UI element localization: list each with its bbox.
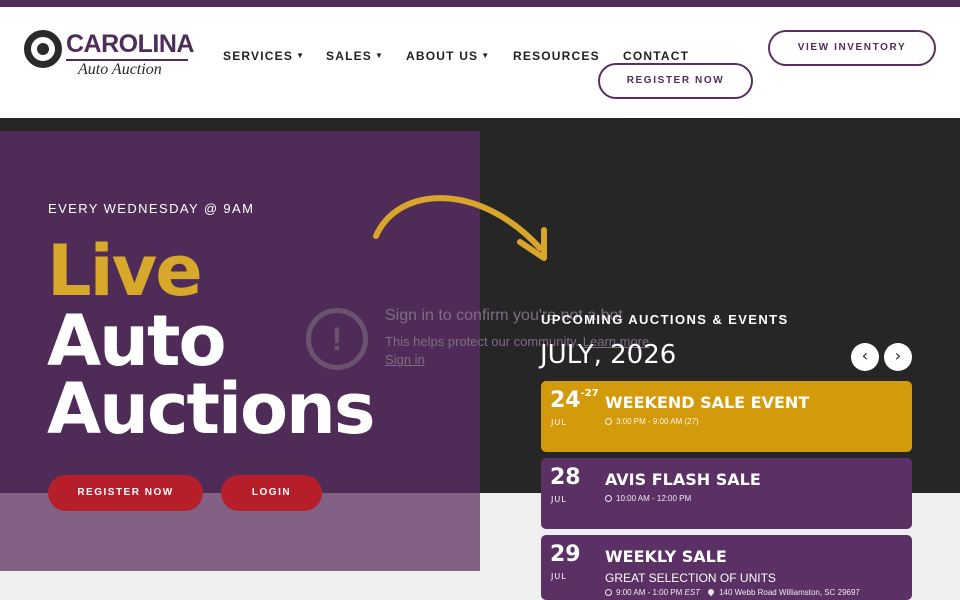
event-day-end: -27 <box>580 388 599 399</box>
clock-icon <box>605 418 612 425</box>
event-location: 140 Webb Road Williamston, SC 29697 <box>719 588 860 597</box>
caret-down-icon: ▼ <box>375 51 385 60</box>
hero-eyebrow: EVERY WEDNESDAY @ 9AM <box>48 201 255 216</box>
hero-login-button[interactable]: LOGIN <box>221 475 322 511</box>
hero-headline-auto: Auto <box>47 300 227 382</box>
nav-sales[interactable]: SALES ▼ <box>326 49 384 63</box>
caret-down-icon: ▼ <box>481 51 491 60</box>
clock-icon <box>605 495 612 502</box>
event-time: 3:00 PM - 9:00 AM (27) <box>605 417 699 426</box>
curved-arrow-icon <box>373 195 547 261</box>
event-time: 9:00 AM - 1:00 PM EST 140 Webb Road Willi… <box>605 587 860 597</box>
view-inventory-button[interactable]: VIEW INVENTORY <box>768 30 936 66</box>
event-month: JUL <box>551 495 567 504</box>
chevron-right-icon[interactable]: › <box>884 343 912 371</box>
hero-register-button[interactable]: REGISTER NOW <box>48 475 203 511</box>
caret-down-icon: ▼ <box>296 51 306 60</box>
nav-about-us[interactable]: ABOUT US ▼ <box>406 49 490 63</box>
event-day: 28 <box>550 465 581 490</box>
event-time-text: 3:00 PM - 9:00 AM (27) <box>616 417 699 426</box>
wheel-icon <box>24 30 62 68</box>
event-day-start: 24 <box>550 388 581 413</box>
event-month: JUL <box>551 418 567 427</box>
logo-name: CAROLINA <box>66 30 194 58</box>
events-heading: UPCOMING AUCTIONS & EVENTS <box>541 312 789 327</box>
top-accent-bar <box>0 0 960 7</box>
site-logo[interactable]: CAROLINA Auto Auction <box>22 30 194 82</box>
event-time-text: 10:00 AM - 12:00 PM <box>616 494 692 503</box>
nav-label: ABOUT US <box>406 49 479 63</box>
nav-resources[interactable]: RESOURCES <box>513 49 600 63</box>
hero-headline-live: Live <box>47 230 203 312</box>
chevron-left-icon[interactable]: ‹ <box>851 343 879 371</box>
hero-headline-auctions: Auctions <box>47 368 376 450</box>
event-subtitle: GREAT SELECTION OF UNITS <box>605 571 776 585</box>
event-title: WEEKLY SALE <box>605 547 727 566</box>
event-card[interactable]: 24-27 JUL WEEKEND SALE EVENT 3:00 PM - 9… <box>541 381 912 452</box>
site-header: CAROLINA Auto Auction SERVICES ▼ SALES ▼ A… <box>0 7 960 118</box>
event-title: WEEKEND SALE EVENT <box>605 393 810 412</box>
nav-services[interactable]: SERVICES ▼ <box>223 49 305 63</box>
logo-subtitle: Auto Auction <box>78 61 162 78</box>
events-month: JULY, 2026 <box>540 340 677 370</box>
clock-icon <box>605 589 612 596</box>
event-timezone: EST <box>684 588 701 597</box>
event-card[interactable]: 28 JUL AVIS FLASH SALE 10:00 AM - 12:00 … <box>541 458 912 529</box>
event-day: 29 <box>550 542 581 567</box>
nav-label: SERVICES <box>223 49 294 63</box>
nav-label: CONTACT <box>623 49 690 63</box>
event-time-text: 9:00 AM - 1:00 PM <box>616 588 683 597</box>
nav-contact[interactable]: CONTACT <box>623 49 689 63</box>
nav-label: RESOURCES <box>513 49 600 63</box>
event-title: AVIS FLASH SALE <box>605 470 761 489</box>
event-day: 24-27 <box>550 388 599 413</box>
event-card[interactable]: 29 JUL WEEKLY SALE GREAT SELECTION OF UN… <box>541 535 912 600</box>
event-time: 10:00 AM - 12:00 PM <box>605 494 691 503</box>
map-pin-icon <box>706 587 716 597</box>
nav-label: SALES <box>326 49 373 63</box>
event-month: JUL <box>551 572 567 581</box>
alert-circle-icon: ! <box>306 308 368 370</box>
bot-sign-in-link[interactable]: Sign in <box>385 352 425 367</box>
header-register-button[interactable]: REGISTER NOW <box>598 63 753 99</box>
